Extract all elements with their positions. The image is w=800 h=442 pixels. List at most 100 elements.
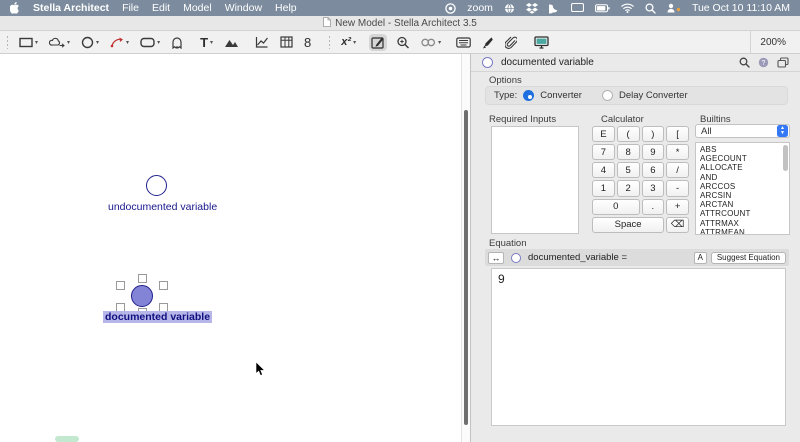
builtin-function-item[interactable]: ARCCOS [700, 182, 789, 191]
edit-mode-tool[interactable] [369, 34, 387, 51]
apple-menu-icon[interactable] [10, 2, 20, 14]
swap-arrows-button[interactable]: ↔ [488, 252, 504, 264]
converter-undocumented-variable[interactable] [146, 175, 167, 196]
radio-delay-converter-label[interactable]: Delay Converter [619, 90, 688, 101]
builtin-function-item[interactable]: AGECOUNT [700, 154, 789, 163]
converter-label-undocumented[interactable]: undocumented variable [108, 201, 217, 213]
equation-header-bar: ↔ documented_variable = A Suggest Equati… [485, 249, 789, 266]
converter-tool[interactable] [79, 34, 101, 51]
calc-key[interactable]: + [666, 199, 689, 215]
calc-key[interactable]: 5 [617, 162, 640, 178]
menu-item[interactable]: Edit [152, 2, 170, 14]
scrollbar-thumb[interactable] [464, 110, 468, 425]
canvas-vertical-scrollbar[interactable] [461, 54, 470, 442]
display-icon[interactable] [571, 3, 584, 13]
menu-item[interactable]: Window [225, 2, 262, 14]
calc-key[interactable]: 9 [642, 144, 665, 160]
menu-items: File Edit Model Window Help [122, 2, 297, 14]
globe-icon[interactable] [504, 3, 515, 14]
battery-icon[interactable] [595, 4, 610, 13]
menu-item[interactable]: Model [183, 2, 212, 14]
zoom-level-indicator[interactable]: 200% [750, 31, 795, 53]
main-toolbar: T 8 x² [0, 31, 800, 54]
mouse-cursor [256, 362, 266, 382]
converter-label-documented[interactable]: documented variable [103, 311, 212, 323]
svg-text:?: ? [762, 60, 766, 67]
builtin-function-item[interactable]: ATTRCOUNT [700, 209, 789, 218]
selection-handle-n[interactable] [138, 274, 147, 283]
builtin-function-item[interactable]: ALLOCATE [700, 163, 789, 172]
calc-key[interactable]: ( [617, 126, 640, 142]
fast-user-switch-icon[interactable] [667, 3, 681, 13]
selection-handle-ne[interactable] [159, 281, 168, 290]
menu-item[interactable]: Help [275, 2, 297, 14]
suggest-equation-button[interactable]: Suggest Equation [711, 252, 786, 264]
calc-key[interactable]: 4 [592, 162, 615, 178]
calc-key[interactable]: ) [642, 126, 665, 142]
calc-key[interactable]: - [666, 180, 689, 196]
link-mode-tool[interactable] [419, 36, 443, 49]
builtins-filter-dropdown[interactable]: All ▲▼ [695, 124, 790, 138]
record-icon[interactable] [445, 3, 456, 14]
radio-converter-label[interactable]: Converter [540, 90, 582, 101]
zoom-menu-label[interactable]: zoom [467, 2, 493, 14]
menu-item[interactable]: File [122, 2, 139, 14]
calc-key-backspace[interactable]: ⌫ [666, 217, 689, 233]
ghost-tool[interactable] [169, 34, 185, 51]
calc-key[interactable]: . [642, 199, 665, 215]
calc-key[interactable]: 7 [592, 144, 615, 160]
menu-app-name[interactable]: Stella Architect [33, 2, 109, 14]
text-tool[interactable]: T [198, 34, 215, 51]
connector-tool[interactable] [108, 34, 131, 50]
graphics-frame-tool[interactable] [222, 35, 241, 50]
paint-tool[interactable] [480, 34, 496, 51]
builtin-function-item[interactable]: ATTRMAX [700, 219, 789, 228]
presentation-tool[interactable] [532, 34, 551, 51]
calc-key[interactable]: 2 [617, 180, 640, 196]
numeric-display-tool[interactable]: 8 [302, 34, 313, 51]
builtin-function-item[interactable]: ABS [700, 145, 789, 154]
builtins-scrollbar-thumb[interactable] [783, 145, 788, 171]
selection-handle-nw[interactable] [116, 281, 125, 290]
menu-clock[interactable]: Tue Oct 10 11:10 AM [692, 2, 790, 14]
toolbar-drag-handle[interactable] [6, 35, 9, 49]
calc-key[interactable]: 3 [642, 180, 665, 196]
radio-converter[interactable] [523, 90, 534, 101]
calc-key[interactable]: * [666, 144, 689, 160]
flow-tool[interactable] [47, 35, 72, 50]
equation-tool[interactable]: x² [339, 35, 358, 50]
module-tool[interactable] [138, 35, 162, 50]
panel-help-icon[interactable]: ? [758, 57, 769, 68]
converter-documented-variable[interactable] [131, 285, 153, 307]
calc-key[interactable]: 8 [617, 144, 640, 160]
input-device-tool[interactable] [454, 35, 473, 50]
builtin-function-item[interactable]: ARCTAN [700, 200, 789, 209]
builtin-function-item[interactable]: ARCSIN [700, 191, 789, 200]
do-not-disturb-moon-icon[interactable] [549, 3, 560, 14]
panel-search-icon[interactable] [739, 57, 750, 68]
calc-key[interactable]: 1 [592, 180, 615, 196]
calc-key-zero[interactable]: 0 [592, 199, 640, 215]
calc-key[interactable]: [ [666, 126, 689, 142]
panel-windows-icon[interactable] [777, 57, 789, 68]
calc-key-space[interactable]: Space [592, 217, 664, 233]
wifi-icon[interactable] [621, 3, 634, 13]
font-style-button[interactable]: A [694, 252, 707, 264]
builtin-function-item[interactable]: ATTRMEAN [700, 228, 789, 235]
spotlight-search-icon[interactable] [645, 3, 656, 14]
radio-delay-converter[interactable] [602, 90, 613, 101]
find-zoom-tool[interactable] [394, 34, 412, 51]
attachment-tool[interactable] [503, 34, 519, 51]
table-pad-tool[interactable] [278, 34, 295, 50]
builtin-function-item[interactable]: AND [700, 173, 789, 182]
model-canvas[interactable]: undocumented variable documented variabl… [0, 54, 461, 442]
graph-pad-tool[interactable] [253, 34, 271, 50]
calc-key[interactable]: / [666, 162, 689, 178]
calc-key[interactable]: E [592, 126, 615, 142]
stock-tool[interactable] [17, 35, 40, 50]
dropbox-icon[interactable] [526, 3, 538, 14]
equation-input-area[interactable]: 9 [491, 268, 786, 426]
calc-key[interactable]: 6 [642, 162, 665, 178]
document-icon [323, 17, 331, 30]
required-inputs-list[interactable] [491, 126, 579, 234]
